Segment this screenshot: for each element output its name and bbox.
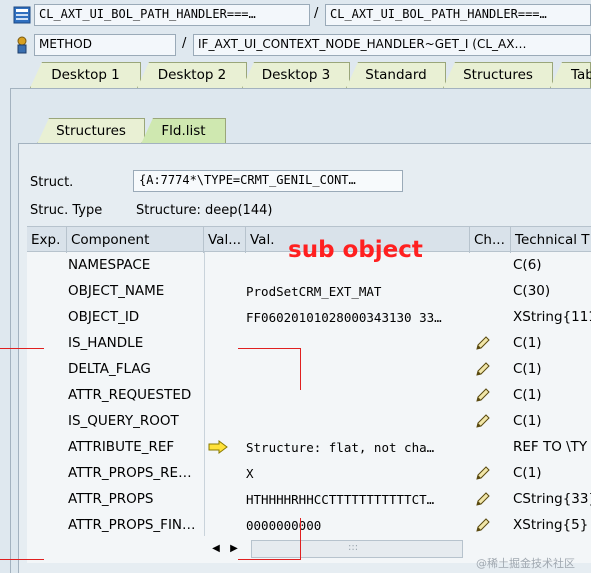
method-label-field[interactable]: METHOD xyxy=(34,34,176,56)
technical-type: XString{111 xyxy=(513,309,591,325)
annotation-line xyxy=(300,518,301,560)
pencil-icon[interactable] xyxy=(474,512,496,538)
pencil-icon[interactable] xyxy=(474,408,496,434)
pencil-icon[interactable] xyxy=(474,486,496,512)
tab-desktop-2[interactable]: Desktop 2 xyxy=(137,62,247,88)
annotation-line xyxy=(238,559,300,560)
component-value[interactable] xyxy=(246,356,470,382)
table-row[interactable]: OBJECT_NAME ProdSetCRM_EXT_MAT C(30) xyxy=(27,278,591,304)
table-row[interactable]: OBJECT_ID FF06020101028000343130 33… XStri… xyxy=(27,304,591,330)
component-name: OBJECT_ID xyxy=(68,309,140,325)
annotation-line xyxy=(0,559,44,560)
col-value-type[interactable]: Val... xyxy=(204,227,246,253)
component-value[interactable] xyxy=(246,382,470,408)
technical-type: CString{33} xyxy=(513,491,591,507)
main-tab-strip: Desktop 1 Desktop 2 Desktop 3 Standard S… xyxy=(0,62,591,88)
table-row[interactable]: ATTR_REQUESTED C(1) xyxy=(27,382,591,408)
class-icon xyxy=(13,6,31,24)
component-name: IS_QUERY_ROOT xyxy=(68,413,179,429)
technical-type: REF TO \TY xyxy=(513,439,588,455)
class-name-field[interactable]: CL_AXT_UI_BOL_PATH_HANDLER===… xyxy=(34,4,310,26)
component-value[interactable]: X xyxy=(246,460,470,486)
table-row[interactable]: ATTR_PROPS_FIN… 0000000000 XString{5} xyxy=(27,512,591,538)
annotation-line xyxy=(0,348,44,349)
pencil-icon[interactable] xyxy=(474,460,496,486)
method-separator: / xyxy=(182,36,187,51)
component-name: IS_HANDLE xyxy=(68,335,144,351)
component-name: NAMESPACE xyxy=(68,257,151,273)
struct-input[interactable]: {A:7774*\TYPE=CRMT_GENIL_CONT… xyxy=(133,170,403,192)
component-name: OBJECT_NAME xyxy=(68,283,165,299)
table-row[interactable]: DELTA_FLAG C(1) xyxy=(27,356,591,382)
component-value[interactable] xyxy=(246,330,470,356)
component-value[interactable]: 0000000000 xyxy=(246,512,470,538)
annotation-sub-object: sub object xyxy=(288,237,423,263)
struct-label: Struct. xyxy=(30,175,74,190)
component-value[interactable]: FF06020101028000343130 33… xyxy=(246,304,470,330)
tab-desktop-3[interactable]: Desktop 3 xyxy=(242,62,350,88)
component-name: DELTA_FLAG xyxy=(68,361,151,377)
technical-type: XString{5} xyxy=(513,517,589,533)
scroll-thumb[interactable]: ::: xyxy=(251,540,463,558)
annotation-line xyxy=(238,348,300,349)
pencil-icon[interactable] xyxy=(474,330,496,356)
component-grid: Exp. Component Val... Val. Ch... Technic… xyxy=(27,226,591,563)
technical-type: C(1) xyxy=(513,465,542,481)
table-row[interactable]: IS_HANDLE C(1) xyxy=(27,330,591,356)
component-name: ATTRIBUTE_REF xyxy=(68,439,175,455)
technical-type: C(1) xyxy=(513,387,542,403)
technical-type: C(1) xyxy=(513,413,542,429)
pencil-icon[interactable] xyxy=(474,356,496,382)
tab-desktop-1[interactable]: Desktop 1 xyxy=(30,62,141,88)
tab-inner-structures[interactable]: Structures xyxy=(37,118,145,144)
table-row[interactable]: ATTR_PROPS HTHHHHRHHCCTTTTTTTTTTTCT… CStri… xyxy=(27,486,591,512)
tab-fld-list[interactable]: Fld.list xyxy=(141,118,226,144)
method-row: METHOD / IF_AXT_UI_CONTEXT_NODE_HANDLER~… xyxy=(0,34,591,58)
component-name: ATTR_REQUESTED xyxy=(68,387,192,403)
component-value[interactable]: Structure: flat, not cha… xyxy=(246,434,470,460)
component-name: ATTR_PROPS xyxy=(68,491,154,507)
col-component[interactable]: Component xyxy=(67,227,204,253)
method-value-field[interactable]: IF_AXT_UI_CONTEXT_NODE_HANDLER~GET_I (CL… xyxy=(193,34,591,56)
method-class-field[interactable]: CL_AXT_UI_BOL_PATH_HANDLER===… xyxy=(325,4,591,26)
technical-type: C(6) xyxy=(513,257,542,273)
component-value[interactable] xyxy=(246,408,470,434)
table-row[interactable]: ATTR_PROPS_RE… X C(1) xyxy=(27,460,591,486)
annotation-line xyxy=(300,348,301,390)
arrow-right-icon[interactable] xyxy=(207,434,233,460)
struc-type-label: Struc. Type xyxy=(30,203,103,218)
col-change[interactable]: Ch... xyxy=(470,227,511,253)
technical-type: C(1) xyxy=(513,361,542,377)
scroll-left-icon[interactable]: ◀ xyxy=(209,542,223,556)
component-name: ATTR_PROPS_FIN… xyxy=(68,517,196,533)
table-row[interactable]: IS_QUERY_ROOT C(1) xyxy=(27,408,591,434)
technical-type: C(1) xyxy=(513,335,542,351)
component-name: ATTR_PROPS_RE… xyxy=(68,465,192,481)
pencil-icon[interactable] xyxy=(474,382,496,408)
scroll-right-icon[interactable]: ▶ xyxy=(227,542,241,556)
col-exp[interactable]: Exp. xyxy=(27,227,67,253)
tab-structures[interactable]: Structures xyxy=(443,62,553,88)
technical-type: C(30) xyxy=(513,283,551,299)
method-icon xyxy=(17,36,27,54)
tab-standard[interactable]: Standard xyxy=(346,62,446,88)
struc-type-value: Structure: deep(144) xyxy=(136,203,273,218)
watermark: @稀土掘金技术社区 xyxy=(476,557,575,570)
path-row: CL_AXT_UI_BOL_PATH_HANDLER===… / CL_AXT_… xyxy=(0,4,591,28)
table-row[interactable]: ATTRIBUTE_REF Structure: flat, not cha… RE… xyxy=(27,434,591,460)
component-value[interactable]: HTHHHHRHHCCTTTTTTTTTTTCT… xyxy=(246,486,470,512)
tab-tab[interactable]: Tab xyxy=(550,62,591,88)
component-value[interactable]: ProdSetCRM_EXT_MAT xyxy=(246,278,470,304)
path-separator: / xyxy=(314,6,319,21)
col-technical-type[interactable]: Technical T xyxy=(511,227,591,253)
scroll-grip: ::: xyxy=(348,542,359,553)
